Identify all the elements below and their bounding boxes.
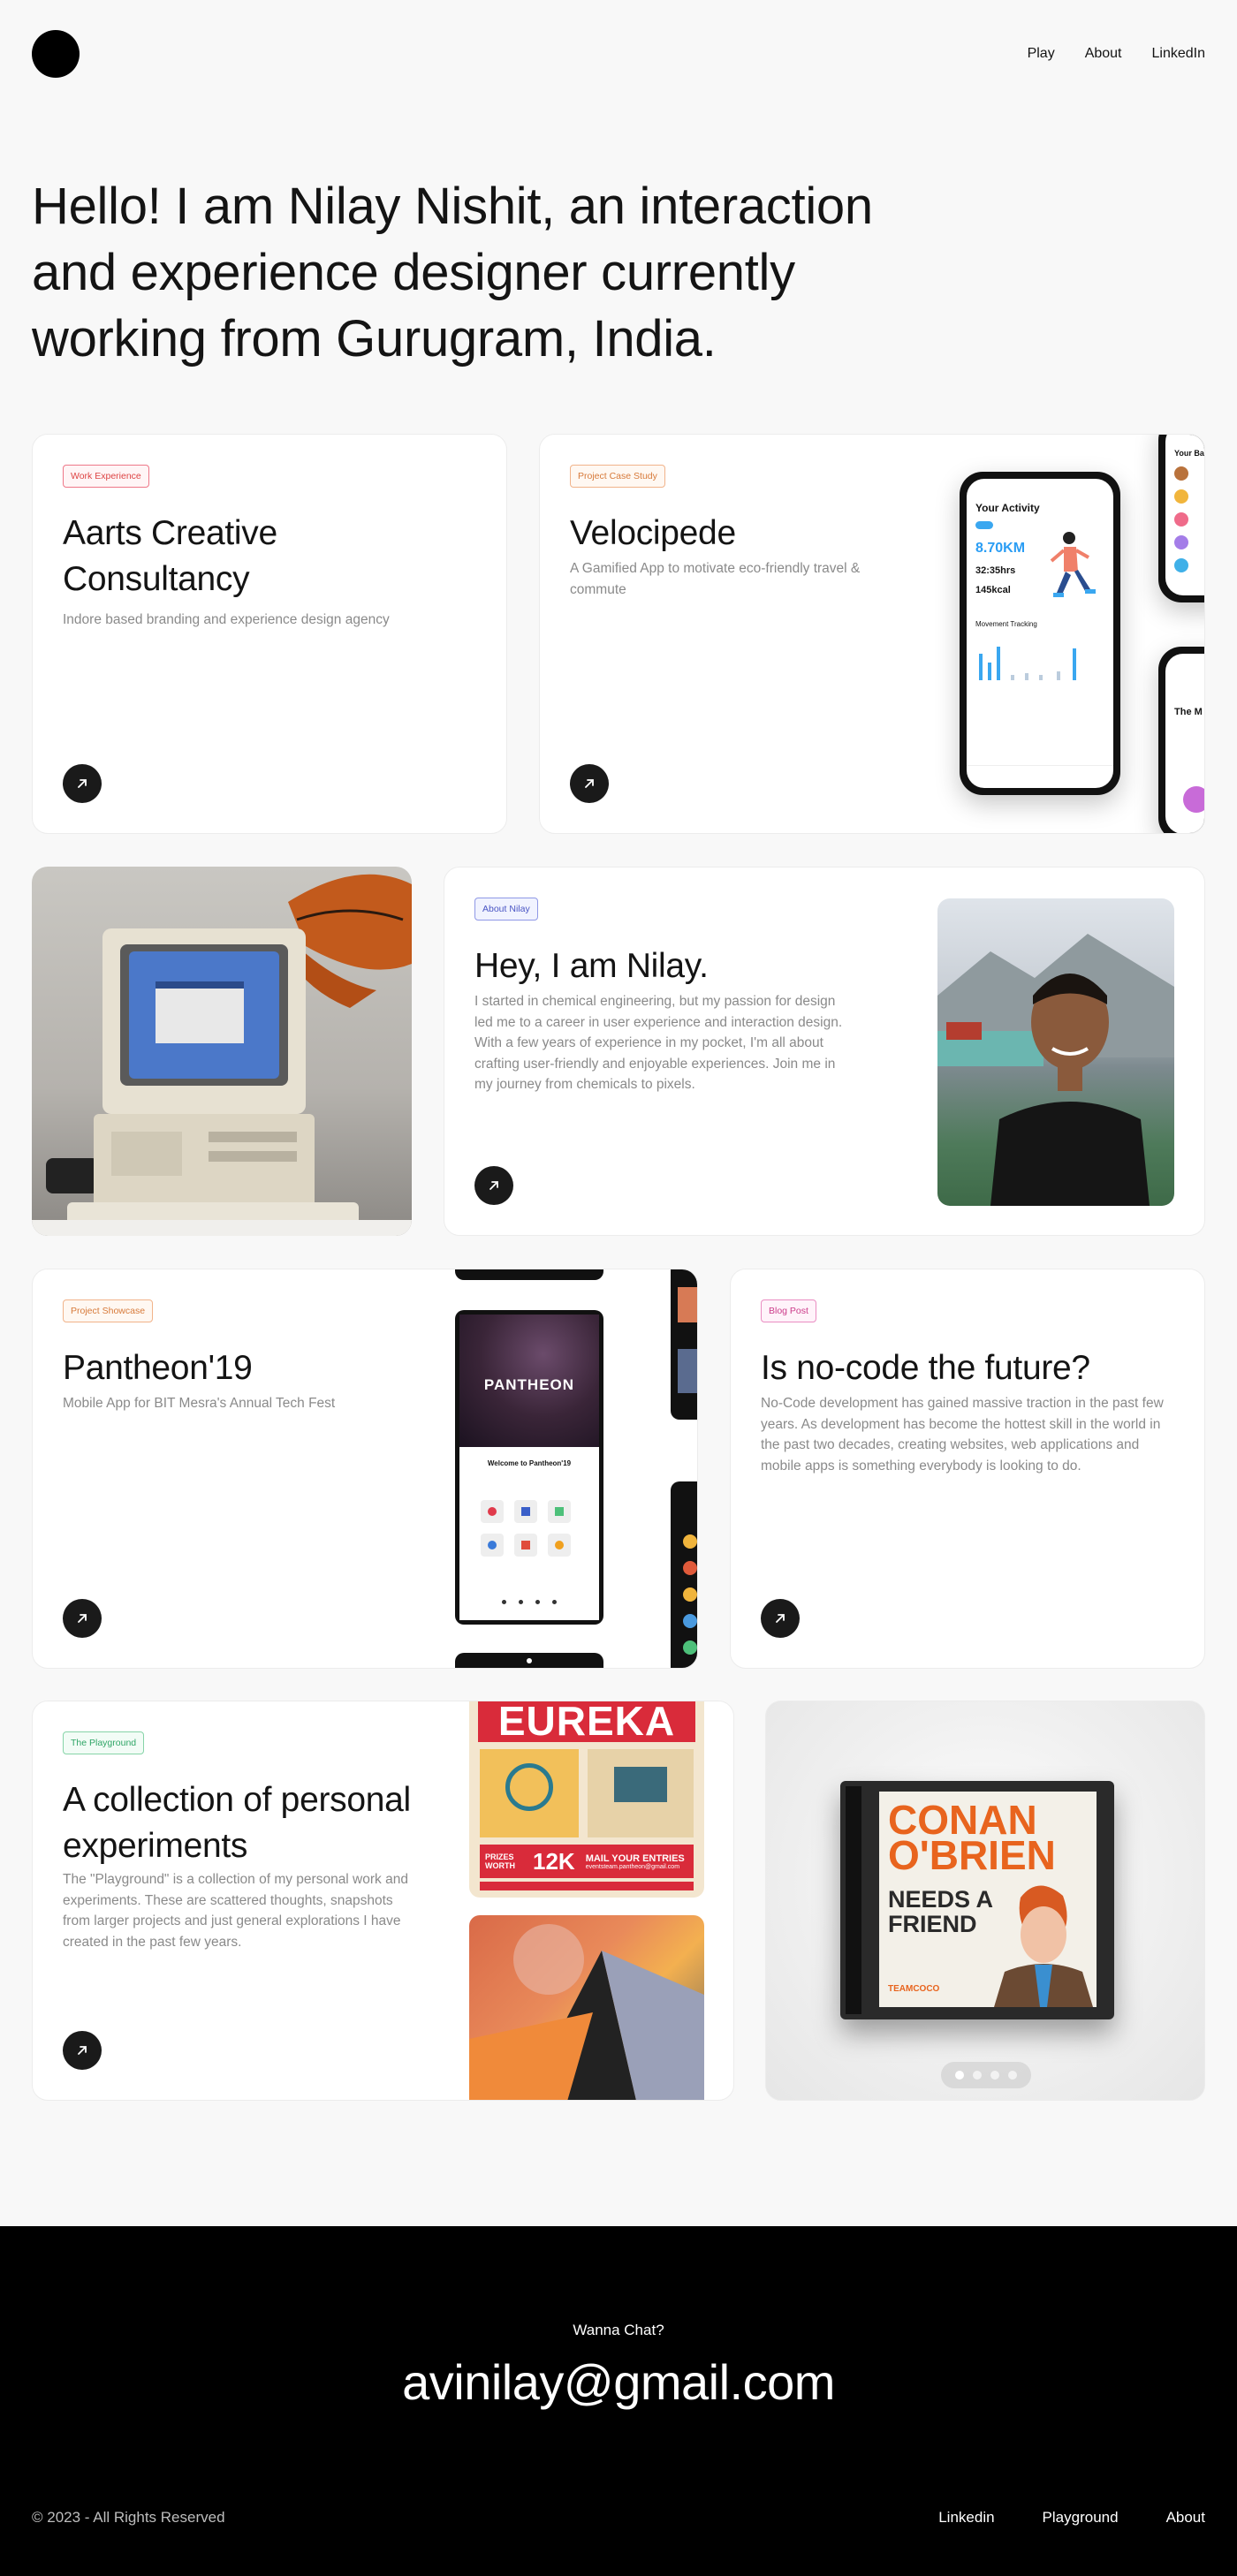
- card-title: Aarts Creative Consultancy: [63, 514, 277, 598]
- carousel-dot-1[interactable]: [955, 2071, 964, 2080]
- conan-portrait: [994, 1885, 1093, 2007]
- nav-play-link[interactable]: Play: [1028, 46, 1055, 62]
- conan-brand: TEAMCOCO: [888, 1984, 940, 1994]
- wanna-chat-label: Wanna Chat?: [573, 2322, 664, 2338]
- arrow-up-right-icon: [489, 1181, 498, 1190]
- studio-artwork: [469, 1915, 704, 2100]
- eureka-poster: EUREKA PRIZES WORTH 12K MAIL YOUR ENTRIE…: [469, 1701, 704, 1898]
- card-tag: Project Showcase: [63, 1299, 154, 1322]
- poster-prize-amount: 12K: [533, 1847, 575, 1875]
- card-description: Mobile App for BIT Mesra's Annual Tech F…: [63, 1396, 336, 1411]
- card-description: No-Code development has gained massive t…: [761, 1396, 1164, 1474]
- carousel-dot-4[interactable]: [1008, 2071, 1017, 2080]
- open-arrow-button[interactable]: [63, 764, 102, 803]
- open-arrow-button[interactable]: [63, 1599, 102, 1638]
- poster-prizes-label: PRIZES WORTH: [485, 1852, 515, 1870]
- open-arrow-button[interactable]: [570, 764, 609, 803]
- pantheon-phone-mockup: PANTHEON Welcome to Pantheon'19: [455, 1310, 603, 1625]
- velocipede-phone-side-top: Your Ba: [1158, 435, 1204, 602]
- carousel-dot-3[interactable]: [990, 2071, 999, 2080]
- card-description: I started in chemical engineering, but m…: [474, 994, 843, 1092]
- portrait-illustration: [937, 934, 1174, 1206]
- calories-value: 145kcal: [975, 585, 1011, 595]
- card-title: Is no-code the future?: [761, 1349, 1090, 1387]
- open-arrow-button[interactable]: [474, 1166, 513, 1205]
- runner-illustration: [1050, 532, 1096, 597]
- pantheon-phone-right-bottom: [671, 1481, 697, 1668]
- conan-line3: NEEDS A: [888, 1886, 994, 1913]
- arrow-up-right-icon: [585, 779, 594, 788]
- footer-playground-link[interactable]: Playground: [1043, 2509, 1119, 2527]
- card-tag: About Nilay: [474, 898, 538, 921]
- time-value: 32:35hrs: [975, 565, 1016, 576]
- card-title: Pantheon'19: [63, 1349, 253, 1387]
- distance-value: 8.70KM: [975, 541, 1026, 556]
- open-arrow-button[interactable]: [63, 2031, 102, 2070]
- card-description: Indore based branding and experience des…: [63, 612, 390, 627]
- card-about[interactable]: About Nilay Hey, I am Nilay. I started i…: [444, 867, 1205, 1236]
- velocipede-phone-mockup: Your Activity 8.70KM 32:35hrs 145kcal Mo…: [960, 472, 1120, 795]
- card-tag: The Playground: [63, 1731, 145, 1754]
- site-logo[interactable]: [32, 30, 80, 78]
- movement-tracking-label: Movement Tracking: [975, 620, 1037, 628]
- nav-about-link[interactable]: About: [1085, 46, 1122, 62]
- portrait-photo: [937, 898, 1174, 1206]
- poster-mail-label: MAIL YOUR ENTRIES: [585, 1852, 685, 1864]
- card-aarts[interactable]: Work Experience Aarts Creative Consultan…: [32, 434, 507, 834]
- card-pantheon[interactable]: Project Showcase Pantheon'19 Mobile App …: [32, 1269, 698, 1669]
- copyright-text: © 2023 - All Rights Reserved: [32, 2509, 225, 2526]
- card-tag: Project Case Study: [570, 465, 665, 488]
- footer-about-link[interactable]: About: [1166, 2509, 1205, 2527]
- side-heading: Your Ba: [1174, 449, 1204, 458]
- nav-linkedin-link[interactable]: LinkedIn: [1152, 46, 1206, 62]
- hero-intro: Hello! I am Nilay Nishit, an interaction…: [32, 178, 873, 367]
- card-title: Hey, I am Nilay.: [474, 947, 709, 985]
- pantheon-phone-top: [455, 1269, 603, 1280]
- top-nav: Play About LinkedIn: [1028, 46, 1205, 62]
- poster-email: eventsteam.pantheon@gmail.com: [585, 1863, 680, 1870]
- card-title: A collection of personal experiments: [63, 1781, 411, 1865]
- pantheon-logo: PANTHEON: [483, 1376, 575, 1393]
- card-playground[interactable]: The Playground A collection of personal …: [32, 1701, 734, 2101]
- footer-linkedin-link[interactable]: Linkedin: [938, 2509, 994, 2527]
- arrow-up-right-icon: [78, 2046, 87, 2055]
- conan-line2: O'BRIEN: [888, 1832, 1056, 1878]
- open-arrow-button[interactable]: [761, 1599, 800, 1638]
- arrow-up-right-icon: [776, 1614, 785, 1623]
- arrow-up-right-icon: [78, 779, 87, 788]
- eureka-title: EUREKA: [478, 1701, 695, 1744]
- arrow-up-right-icon: [78, 1614, 87, 1623]
- card-velocipede[interactable]: Project Case Study Velocipede A Gamified…: [539, 434, 1205, 834]
- card-description: The "Playground" is a collection of my p…: [63, 1872, 408, 1950]
- carousel-dots: [941, 2062, 1031, 2088]
- footer-nav: Linkedin Playground About: [938, 2509, 1205, 2527]
- studio-shapes: [469, 1924, 704, 2100]
- pantheon-welcome: Welcome to Pantheon'19: [487, 1459, 572, 1467]
- pantheon-phone-bottom: [455, 1653, 603, 1668]
- velocipede-phone-side-bottom: The M: [1158, 647, 1204, 833]
- card-description: A Gamified App to motivate eco-friendly …: [570, 561, 861, 597]
- conan-line4: FRIEND: [888, 1911, 977, 1937]
- retro-computer-illustration: [32, 874, 412, 1236]
- movement-bar-chart: [979, 647, 1076, 680]
- card-conan[interactable]: CONAN O'BRIEN NEEDS A FRIEND TEAMCOCO: [765, 1701, 1205, 2101]
- cd-case: CONAN O'BRIEN NEEDS A FRIEND TEAMCOCO: [840, 1781, 1114, 2019]
- card-title: Velocipede: [570, 514, 736, 552]
- activity-heading: Your Activity: [975, 502, 1040, 514]
- pantheon-phone-right-top: [671, 1269, 697, 1420]
- contact-email-link[interactable]: avinilay@gmail.com: [0, 2353, 1237, 2411]
- card-tag: Blog Post: [761, 1299, 816, 1322]
- side-heading-2: The M: [1174, 707, 1203, 717]
- card-nocode[interactable]: Blog Post Is no-code the future? No-Code…: [730, 1269, 1205, 1669]
- carousel-dot-2[interactable]: [973, 2071, 982, 2080]
- site-footer: Wanna Chat? avinilay@gmail.com © 2023 - …: [0, 2226, 1237, 2576]
- card-tag: Work Experience: [63, 465, 149, 488]
- retro-computer-image[interactable]: [32, 867, 412, 1236]
